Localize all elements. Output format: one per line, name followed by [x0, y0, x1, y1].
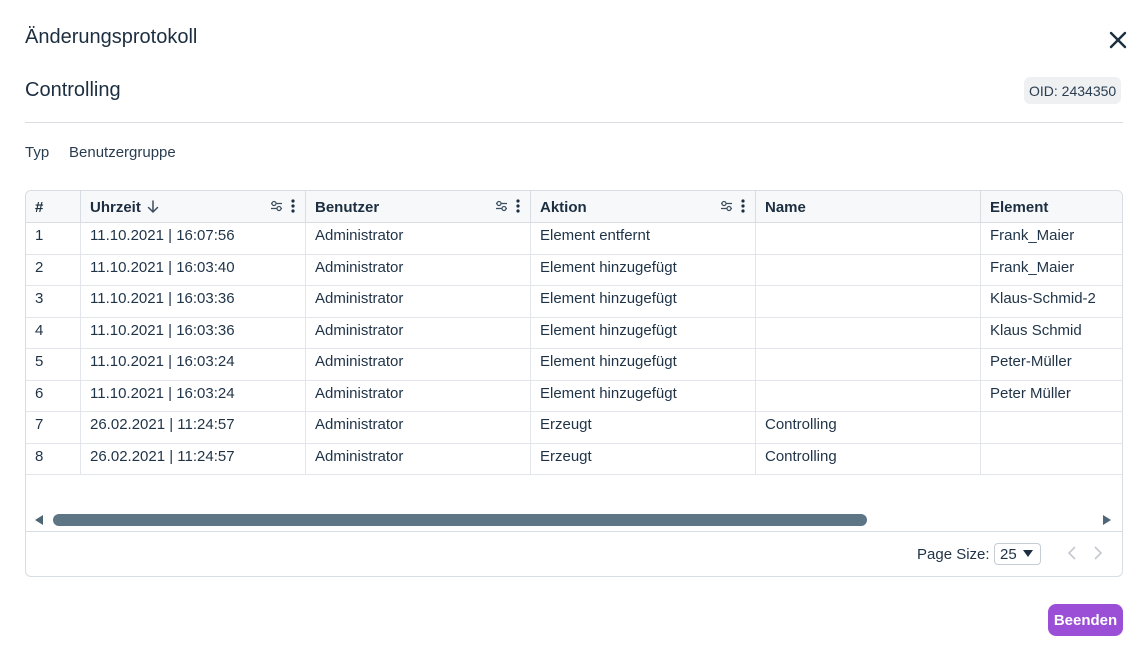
- column-header-time[interactable]: Uhrzeit: [81, 191, 306, 223]
- scroll-left-icon[interactable]: [35, 515, 43, 525]
- type-value: Benutzergruppe: [69, 144, 176, 161]
- cell-name: Controlling: [756, 443, 981, 475]
- scrollbar-thumb[interactable]: [53, 514, 867, 526]
- chevron-right-icon[interactable]: [1093, 546, 1103, 560]
- cell-user: Administrator: [306, 412, 531, 443]
- chevron-left-icon[interactable]: [1067, 546, 1077, 560]
- horizontal-scrollbar[interactable]: [26, 509, 1122, 531]
- column-menu-icon[interactable]: [516, 199, 520, 213]
- filter-icon[interactable]: [495, 200, 508, 212]
- cell-action: Element hinzugefügt: [531, 286, 756, 317]
- scroll-right-icon[interactable]: [1103, 515, 1111, 525]
- close-button[interactable]: [1104, 26, 1132, 54]
- record-title: Controlling: [25, 79, 121, 101]
- cell-element: Klaus Schmid: [990, 321, 1082, 339]
- table-row[interactable]: 5 11.10.2021 | 16:03:24 Administrator El…: [26, 349, 1122, 381]
- cell-name: [756, 286, 981, 317]
- cell-name: [756, 349, 981, 380]
- cell-user: Administrator: [306, 223, 531, 254]
- page-size-value: 25: [1000, 545, 1017, 563]
- cell-time: 11.10.2021 | 16:03:24: [81, 380, 306, 412]
- cell-element: Frank_Maier: [990, 258, 1075, 276]
- type-label: Typ: [25, 144, 50, 161]
- cell-time: 11.10.2021 | 16:03:24: [81, 349, 306, 380]
- cell-name: Controlling: [756, 412, 981, 443]
- column-header-action[interactable]: Aktion: [531, 191, 756, 223]
- table-row[interactable]: 4 11.10.2021 | 16:03:36 Administrator El…: [26, 317, 1122, 349]
- cell-action: Erzeugt: [531, 412, 756, 443]
- column-header-label: Benutzer: [315, 198, 380, 216]
- cell-action: Element hinzugefügt: [531, 349, 756, 380]
- cell-name: [756, 380, 981, 412]
- cell-time: 11.10.2021 | 16:07:56: [81, 223, 306, 254]
- cell-number: 7: [26, 412, 81, 443]
- table-row[interactable]: 3 11.10.2021 | 16:03:36 Administrator El…: [26, 286, 1122, 318]
- cell-element: Frank_Maier: [990, 227, 1075, 244]
- page-size-select[interactable]: 25: [994, 543, 1041, 565]
- column-header-user[interactable]: Benutzer: [306, 191, 531, 223]
- cell-time: 26.02.2021 | 11:24:57: [81, 443, 306, 475]
- cell-number: 1: [26, 223, 81, 254]
- cell-number: 4: [26, 317, 81, 349]
- cell-time: 11.10.2021 | 16:03:36: [81, 317, 306, 349]
- change-log-grid: # Uhrzeit Benutzer Aktion Name Element 1…: [25, 190, 1123, 577]
- cell-user: Administrator: [306, 380, 531, 412]
- cell-action: Element hinzugefügt: [531, 254, 756, 286]
- cell-user: Administrator: [306, 349, 531, 380]
- cell-user: Administrator: [306, 317, 531, 349]
- cell-user: Administrator: [306, 286, 531, 317]
- close-icon: [1109, 31, 1127, 49]
- cell-number: 3: [26, 286, 81, 317]
- column-header-element[interactable]: Element: [981, 191, 1122, 223]
- cell-number: 5: [26, 349, 81, 380]
- table-row[interactable]: 6 11.10.2021 | 16:03:24 Administrator El…: [26, 380, 1122, 412]
- cell-user: Administrator: [306, 443, 531, 475]
- cell-action: Element hinzugefügt: [531, 317, 756, 349]
- cell-element: Peter-Müller: [990, 353, 1072, 370]
- column-menu-icon[interactable]: [741, 199, 745, 213]
- cell-name: [756, 317, 981, 349]
- cell-action: Erzeugt: [531, 443, 756, 475]
- cell-element: Klaus-Schmid-2: [990, 290, 1096, 307]
- column-header-name[interactable]: Name: [756, 191, 981, 223]
- column-header-label: Name: [765, 198, 806, 216]
- cell-user: Administrator: [306, 254, 531, 286]
- cell-number: 6: [26, 380, 81, 412]
- cell-action: Element entfernt: [531, 223, 756, 254]
- grid-header: # Uhrzeit Benutzer Aktion Name Element: [26, 191, 1122, 223]
- cell-element: [981, 412, 1122, 443]
- cell-time: 11.10.2021 | 16:03:40: [81, 254, 306, 286]
- column-menu-icon[interactable]: [291, 199, 295, 213]
- page-size-label: Page Size:: [917, 546, 990, 563]
- cell-name: [756, 254, 981, 286]
- dialog-title: Änderungsprotokoll: [25, 26, 198, 48]
- filter-icon[interactable]: [720, 200, 733, 212]
- caret-down-icon: [1023, 550, 1033, 557]
- column-header-label: Aktion: [540, 198, 587, 216]
- grid-footer: Page Size: 25: [26, 531, 1122, 576]
- cell-time: 11.10.2021 | 16:03:36: [81, 286, 306, 317]
- cell-name: [756, 223, 981, 254]
- column-header-label: #: [35, 198, 44, 216]
- column-header-number[interactable]: #: [26, 191, 81, 223]
- oid-badge: OID: 2434350: [1024, 77, 1122, 104]
- header-divider: [25, 122, 1123, 123]
- sort-descending-icon[interactable]: [147, 200, 159, 214]
- cell-number: 2: [26, 254, 81, 286]
- table-row[interactable]: 8 26.02.2021 | 11:24:57 Administrator Er…: [26, 443, 1122, 475]
- table-row[interactable]: 2 11.10.2021 | 16:03:40 Administrator El…: [26, 254, 1122, 286]
- table-row[interactable]: 1 11.10.2021 | 16:07:56 Administrator El…: [26, 223, 1122, 255]
- cell-action: Element hinzugefügt: [531, 380, 756, 412]
- table-row[interactable]: 7 26.02.2021 | 11:24:57 Administrator Er…: [26, 412, 1122, 444]
- cell-element: [981, 444, 1122, 475]
- filter-icon[interactable]: [270, 200, 283, 212]
- cell-element: Peter Müller: [990, 384, 1071, 402]
- cell-time: 26.02.2021 | 11:24:57: [81, 412, 306, 443]
- column-header-label: Uhrzeit: [90, 198, 141, 216]
- column-header-label: Element: [990, 198, 1049, 216]
- cell-number: 8: [26, 443, 81, 475]
- finish-button[interactable]: Beenden: [1048, 604, 1123, 636]
